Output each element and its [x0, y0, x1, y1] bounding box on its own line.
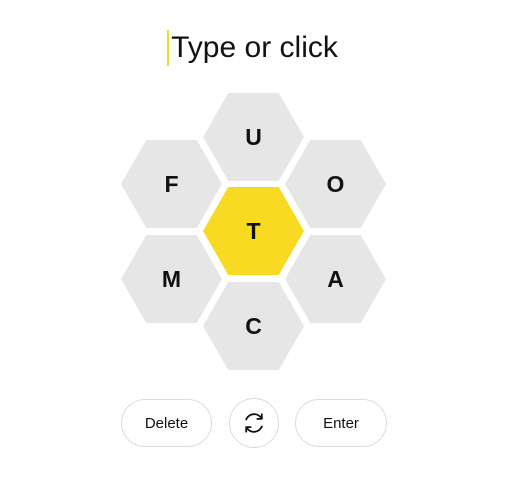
delete-button[interactable]: Delete [121, 399, 212, 447]
enter-button[interactable]: Enter [295, 399, 387, 447]
hive-controls: Delete Enter [0, 398, 505, 449]
hive-cell-center[interactable]: T [203, 187, 304, 275]
shuffle-icon [245, 413, 263, 433]
hex-center-shape [203, 187, 304, 275]
shuffle-button[interactable] [229, 398, 279, 448]
